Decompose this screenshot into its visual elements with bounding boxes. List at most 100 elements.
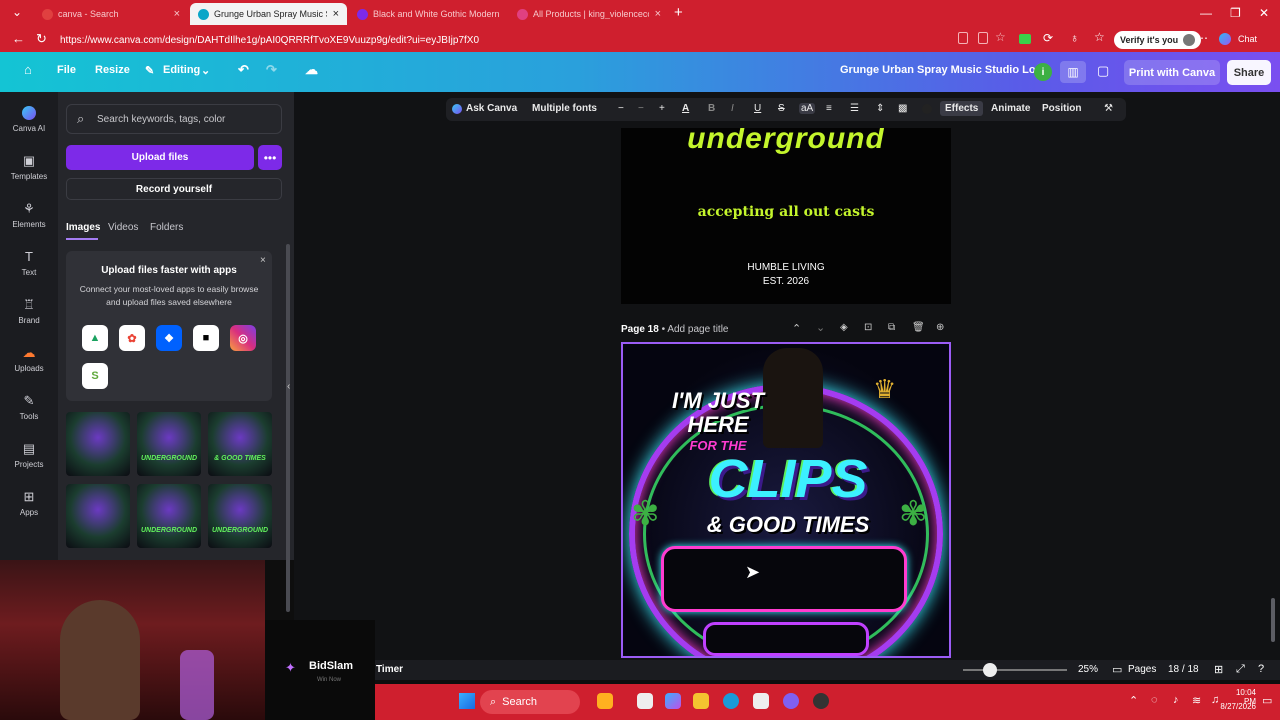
taskbar-search[interactable]: ⌕ Search (480, 690, 580, 714)
analytics-icon[interactable]: ▥ (1060, 61, 1086, 83)
rail-item-uploads[interactable]: ☁ Uploads (0, 346, 58, 374)
design-title[interactable]: Grunge Urban Spray Music Studio Logo (840, 64, 1049, 76)
page-17[interactable]: underground accepting all out casts HUMB… (621, 128, 951, 304)
add-page-icon[interactable]: ⊕ (936, 322, 944, 333)
headline-text[interactable]: underground (621, 128, 951, 156)
redo-icon[interactable]: ↷ (266, 62, 277, 78)
chat-button[interactable]: Chat (1238, 34, 1257, 44)
cloud-save-icon[interactable]: ☁ (305, 62, 318, 78)
notification-icon[interactable]: ▭ (1262, 694, 1272, 707)
rail-item-elements[interactable]: ⚘ Elements (0, 202, 58, 230)
timer-button[interactable]: Timer (376, 664, 403, 675)
uploaded-image[interactable] (66, 484, 130, 548)
uploaded-image[interactable]: & GOOD TIMES (208, 412, 272, 476)
shopify-icon[interactable]: S (82, 363, 108, 389)
network-icon[interactable]: ◌ (1151, 694, 1158, 706)
search-input[interactable]: ⌕ Search keywords, tags, color (66, 104, 282, 134)
hide-page-icon[interactable]: ◈ (840, 322, 848, 333)
add-page-title[interactable]: Add page title (667, 324, 728, 335)
uploaded-image[interactable]: UNDERGROUND (137, 484, 201, 548)
editing-mode-dropdown[interactable]: Editing (163, 64, 200, 76)
wallet-icon[interactable]: ♁ (1070, 31, 1079, 45)
browser-tab-1[interactable]: canva - Search × (34, 3, 188, 25)
spacing-icon[interactable]: ⇕ (876, 103, 884, 114)
minimize-icon[interactable]: — (1200, 6, 1212, 20)
position-button[interactable]: Position (1042, 103, 1081, 114)
rail-item-apps[interactable]: ⊞ Apps (0, 490, 58, 518)
studio-name-text[interactable]: HUMBLE LIVING (621, 262, 951, 273)
italic-icon[interactable]: I (731, 103, 734, 114)
rail-item-canva-ai[interactable]: Canva AI (0, 106, 58, 133)
obs-icon[interactable] (813, 693, 829, 709)
share-button[interactable]: Share (1227, 60, 1271, 85)
reload-icon[interactable]: ↻ (36, 31, 47, 47)
duplicate-icon[interactable]: ⧉ (888, 322, 895, 333)
letter-case-icon[interactable]: aA (799, 103, 816, 114)
tab-menu-icon[interactable]: ⌄ (12, 5, 22, 19)
rail-item-brand[interactable]: ♖ Brand (0, 298, 58, 326)
close-icon[interactable]: × (333, 8, 339, 20)
upload-files-button[interactable]: Upload files (66, 145, 254, 170)
record-yourself-button[interactable]: Record yourself (66, 178, 282, 200)
task-view-icon[interactable] (637, 693, 653, 709)
store-icon[interactable] (753, 693, 769, 709)
page-18[interactable]: ♛ I'M JUST HERE FOR THE CLIPS & GOOD TIM… (621, 342, 951, 658)
mic-icon[interactable]: ♪ (1173, 694, 1179, 706)
file-explorer-icon[interactable] (693, 693, 709, 709)
tray-chevron-icon[interactable]: ⌃ (1129, 694, 1138, 707)
verify-profile-button[interactable]: Verify it's you (1114, 31, 1202, 49)
rail-item-templates[interactable]: ▣ Templates (0, 154, 58, 182)
edge-icon[interactable] (723, 693, 739, 709)
grid-view-icon[interactable]: ⊞ (1214, 663, 1223, 676)
animate-button[interactable]: Animate (991, 103, 1030, 114)
font-selector[interactable]: Multiple fonts (532, 103, 597, 114)
widget-icon[interactable] (597, 693, 613, 709)
increase-font-button[interactable]: + (659, 103, 665, 114)
more-icon[interactable]: ⋯ (1196, 31, 1208, 45)
strikethrough-icon[interactable]: S (778, 103, 785, 114)
extension-icon[interactable] (1019, 34, 1031, 44)
undo-icon[interactable]: ↶ (238, 62, 249, 78)
dropbox-icon[interactable]: ❖ (156, 325, 182, 351)
wifi-icon[interactable]: ≋ (1192, 694, 1201, 707)
home-icon[interactable]: ⌂ (24, 62, 32, 77)
tagline-text[interactable]: accepting all out casts (621, 204, 951, 220)
close-icon[interactable]: × (174, 8, 180, 20)
help-icon[interactable]: ? (1258, 663, 1264, 675)
move-down-icon[interactable]: ⌄ (816, 321, 825, 334)
tab-images[interactable]: Images (66, 222, 100, 233)
browser-tab-4[interactable]: All Products | king_violencecollabs × (509, 3, 669, 25)
start-icon[interactable] (459, 693, 475, 709)
tab-videos[interactable]: Videos (108, 222, 138, 233)
delete-icon[interactable]: 🗑 (912, 322, 925, 333)
transparency-icon[interactable]: ▩ (898, 103, 907, 114)
print-with-canva-button[interactable]: Print with Canva (1124, 60, 1220, 85)
google-drive-icon[interactable]: ▲ (82, 325, 108, 351)
maximize-icon[interactable]: ❐ (1230, 6, 1241, 20)
clock-date[interactable]: 8/27/2026 (1218, 702, 1256, 711)
favorites-icon[interactable]: ☆ (1094, 30, 1105, 44)
uploaded-image[interactable]: UNDERGROUND (137, 412, 201, 476)
ask-canva-button[interactable]: Ask Canva (466, 103, 517, 114)
zoom-slider-handle[interactable] (983, 663, 997, 677)
rail-item-text[interactable]: T Text (0, 250, 58, 278)
move-up-icon[interactable]: ⌃ (792, 322, 801, 335)
zoom-slider[interactable] (963, 669, 1067, 671)
copilot-icon[interactable] (1219, 33, 1231, 45)
bold-icon[interactable]: B (708, 103, 715, 114)
resize-button[interactable]: Resize (95, 64, 130, 76)
chevron-down-icon[interactable]: ⌄ (201, 64, 210, 77)
avatar[interactable]: i (1034, 63, 1052, 81)
comment-icon[interactable]: ▢ (1097, 63, 1109, 79)
pages-button[interactable]: Pages (1128, 664, 1156, 675)
rail-item-projects[interactable]: ▤ Projects (0, 442, 58, 470)
file-menu[interactable]: File (57, 64, 76, 76)
text-color-icon[interactable]: A (682, 103, 689, 114)
underline-icon[interactable]: U (754, 103, 761, 114)
uploaded-image[interactable] (66, 412, 130, 476)
effects-button[interactable]: Effects (940, 101, 984, 116)
align-center-icon[interactable]: ≡ (826, 103, 832, 114)
canvas-scrollbar[interactable] (1271, 598, 1275, 642)
new-tab-button[interactable]: + (674, 4, 683, 21)
fullscreen-icon[interactable]: ⤢ (1236, 663, 1245, 676)
